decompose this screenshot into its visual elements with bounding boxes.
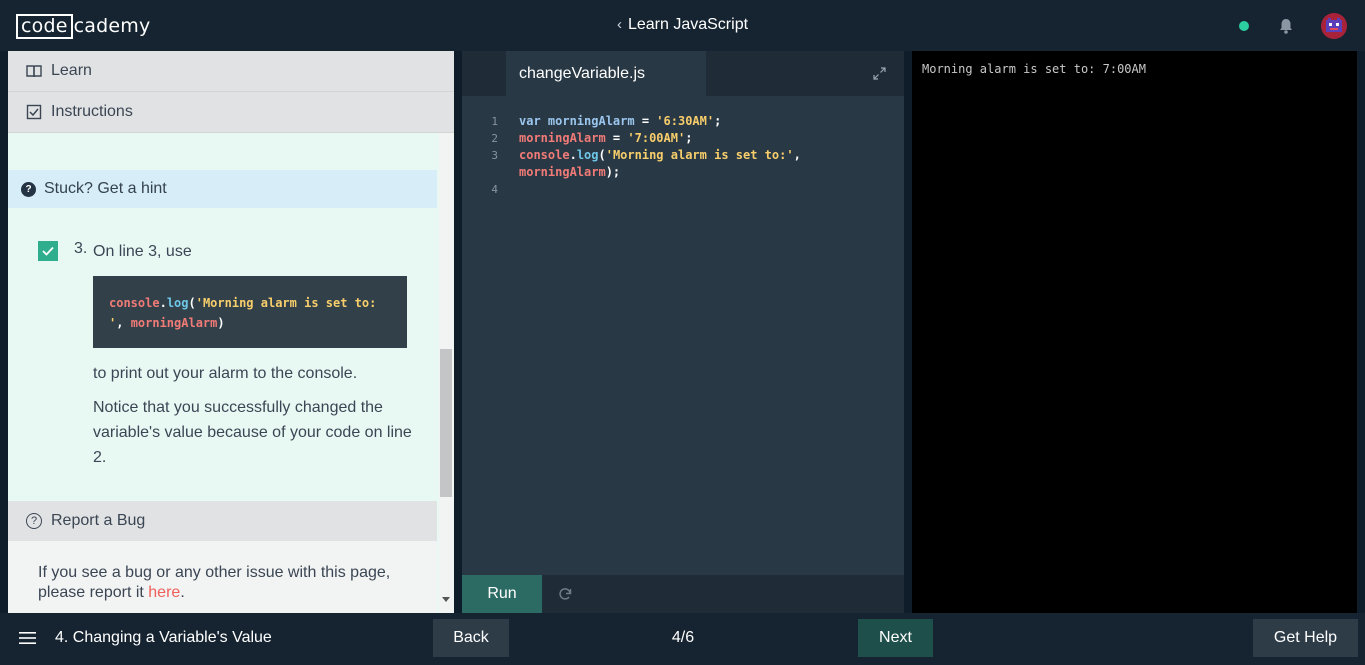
question-icon: ? [21, 181, 36, 197]
string-literal: '6:30AM' [656, 114, 715, 128]
lesson-title: 4. Changing a Variable's Value [55, 629, 272, 646]
back-button[interactable]: Back [433, 619, 509, 657]
console-output: Morning alarm is set to: 7:00AM [922, 62, 1146, 76]
line-number: 1 [491, 115, 498, 128]
course-title-link[interactable]: ‹ Learn JavaScript [0, 16, 1365, 34]
code-open-paren: ( [188, 296, 196, 310]
get-hint-button[interactable]: ? Stuck? Get a hint [8, 170, 437, 208]
instructions-tab-label: Instructions [51, 103, 133, 120]
lesson-progress: 4/6 [671, 629, 695, 646]
hint-label: Stuck? Get a hint [44, 180, 167, 197]
code-line-1: var morningAlarm = '6:30AM'; [519, 113, 879, 130]
help-circle-icon: ? [26, 513, 42, 529]
editor-tab-bar: changeVariable.js [462, 51, 904, 96]
top-bar: code cademy ‹ Learn JavaScript [0, 0, 1365, 51]
code-function: log [166, 296, 189, 310]
status-indicator [1239, 21, 1249, 31]
code-close-paren: ) [217, 316, 225, 330]
variable-name: morningAlarm [519, 131, 606, 145]
string-literal: 'Morning alarm is set to:' [605, 148, 794, 162]
instructions-tab[interactable]: Instructions [8, 92, 454, 133]
report-here-link[interactable]: here [148, 584, 180, 601]
book-icon [26, 65, 42, 78]
line-number [462, 164, 498, 181]
bug-description: If you see a bug or any other issue with… [38, 563, 418, 603]
learn-tab-label: Learn [51, 62, 92, 79]
code-line-3-wrap: morningAlarm); [519, 164, 879, 181]
operator: = [605, 131, 628, 145]
expand-icon[interactable] [873, 67, 886, 80]
run-bar: Run [462, 575, 904, 613]
code-editor: changeVariable.js 1 2 3 4 var morningAla… [462, 51, 904, 575]
checkbox-icon [26, 104, 42, 120]
code-comma: , [116, 316, 131, 330]
line-numbers: 1 2 3 4 [462, 113, 498, 198]
menu-icon[interactable] [19, 631, 36, 645]
checkmark-icon [42, 246, 54, 256]
chevron-left-icon: ‹ [616, 16, 622, 33]
step-number: 3. [74, 240, 88, 257]
panel-scrollbar-thumb[interactable] [440, 349, 452, 497]
function-name: log [576, 148, 599, 162]
bug-text: If you see a bug or any other issue with… [38, 564, 391, 601]
bell-icon[interactable] [1277, 17, 1295, 35]
report-bug-button[interactable]: ? Report a Bug [8, 501, 437, 541]
close-paren: ); [605, 165, 621, 179]
variable-name: morningAlarm [547, 114, 635, 128]
open-paren: ( [598, 148, 606, 162]
code-line-3: console.log('Morning alarm is set to:', [519, 147, 879, 164]
instruction-code-snippet: console.log('Morning alarm is set to: ',… [93, 276, 407, 348]
semicolon: ; [685, 131, 693, 145]
comma: , [793, 148, 801, 162]
instruction-paragraph-2: Notice that you successfully changed the… [93, 399, 412, 466]
code-dot: . [159, 296, 167, 310]
keyword: var [519, 114, 548, 128]
argument-name: morningAlarm [519, 165, 606, 179]
course-title: Learn JavaScript [627, 16, 749, 33]
semicolon: ; [714, 114, 722, 128]
file-tab[interactable]: changeVariable.js [506, 51, 706, 96]
report-bug-section: If you see a bug or any other issue with… [8, 541, 437, 613]
object-name: console [519, 148, 570, 162]
instruction-paragraph-1: to print out your alarm to the console. [93, 365, 358, 382]
line-number: 3 [491, 149, 498, 162]
run-button[interactable]: Run [462, 575, 542, 613]
code-object: console [109, 296, 160, 310]
avatar-icon[interactable] [1321, 13, 1347, 39]
bug-text-end: . [180, 584, 185, 601]
get-help-button[interactable]: Get Help [1253, 619, 1358, 657]
task-complete-checkbox[interactable] [38, 241, 58, 261]
instructions-panel: Learn Instructions ? Stuck? Get a hint 3… [8, 51, 454, 613]
file-name: changeVariable.js [519, 64, 646, 82]
code-argument: morningAlarm [130, 316, 218, 330]
report-bug-label: Report a Bug [51, 512, 146, 529]
string-literal: '7:00AM' [627, 131, 686, 145]
operator: = [634, 114, 657, 128]
line-number: 2 [491, 132, 498, 145]
refresh-icon[interactable] [557, 586, 573, 602]
next-button[interactable]: Next [858, 619, 933, 657]
output-console: Morning alarm is set to: 7:00AM [912, 51, 1357, 613]
bottom-bar: 4. Changing a Variable's Value Back 4/6 … [0, 613, 1365, 665]
learn-tab[interactable]: Learn [8, 51, 454, 92]
step-intro: On line 3, use [93, 243, 192, 260]
code-line-2: morningAlarm = '7:00AM'; [519, 130, 879, 147]
line-number: 4 [491, 183, 498, 196]
scroll-down-arrow-icon[interactable] [442, 597, 450, 602]
dot: . [569, 148, 577, 162]
code-text-area[interactable]: var morningAlarm = '6:30AM'; morningAlar… [519, 113, 879, 198]
